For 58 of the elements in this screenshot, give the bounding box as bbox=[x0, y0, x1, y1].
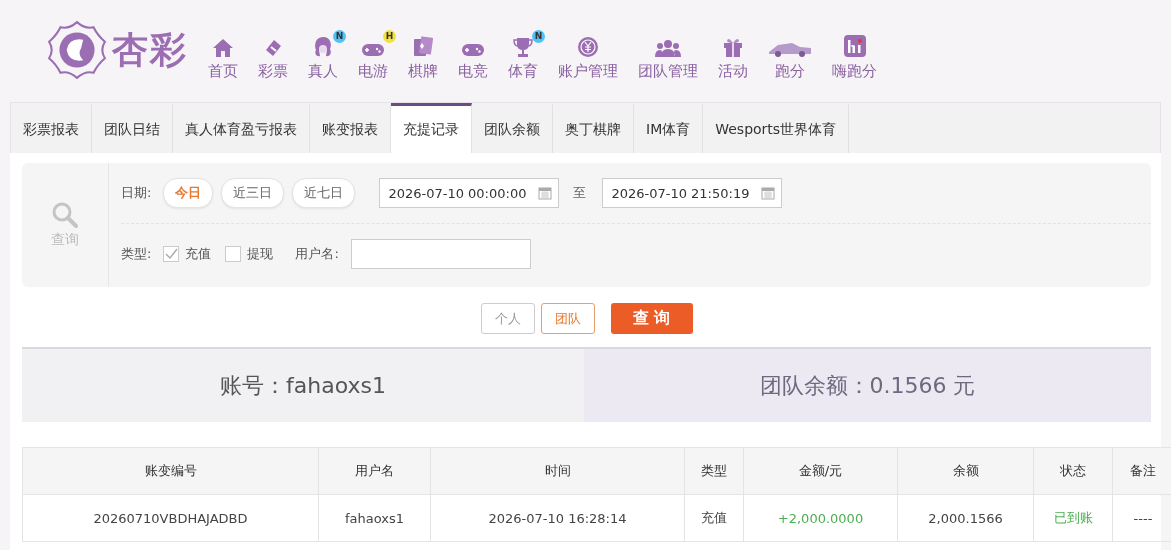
table-cell: 2,000.1566 bbox=[897, 494, 1034, 542]
date-range-separator: 至 bbox=[573, 184, 587, 202]
column-header: 金额/元 bbox=[743, 447, 898, 495]
table-cell: 20260710VBDHAJADBD bbox=[22, 494, 319, 542]
nav-item[interactable]: 彩票 bbox=[248, 31, 298, 81]
username-label: 用户名: bbox=[295, 245, 339, 263]
search-icon bbox=[51, 201, 79, 229]
start-date-field[interactable]: 2026-07-10 00:00:00 bbox=[379, 178, 560, 208]
type-option-label: 充值 bbox=[185, 245, 212, 263]
type-label: 类型: bbox=[121, 245, 152, 263]
nav-item[interactable]: 棋牌 bbox=[398, 31, 448, 81]
nav-item[interactable]: 团队管理 bbox=[628, 31, 708, 81]
nav-item[interactable]: 跑分 bbox=[758, 31, 822, 81]
table-cell: +2,000.0000 bbox=[743, 494, 898, 542]
table-cell: fahaoxs1 bbox=[318, 494, 431, 542]
app-square-icon bbox=[842, 33, 867, 58]
date-label: 日期: bbox=[121, 184, 152, 202]
date-preset-button[interactable]: 近七日 bbox=[292, 178, 356, 208]
nav-item[interactable]: N 体育 bbox=[498, 31, 548, 81]
calendar-icon bbox=[761, 186, 776, 200]
column-header: 时间 bbox=[430, 447, 685, 495]
column-header: 余额 bbox=[897, 447, 1034, 495]
column-header: 备注 bbox=[1112, 447, 1171, 495]
query-button[interactable]: 查 询 bbox=[610, 303, 693, 334]
report-tab[interactable]: 充提记录 bbox=[391, 103, 472, 153]
nav-item[interactable]: H 电游 bbox=[348, 31, 398, 81]
team-balance-text: 团队余额：0.1566 元 bbox=[759, 371, 976, 400]
column-header: 用户名 bbox=[318, 447, 431, 495]
account-text: 账号：fahaoxs1 bbox=[220, 371, 386, 400]
username-input[interactable] bbox=[350, 239, 531, 269]
table-cell: 充值 bbox=[684, 494, 744, 542]
type-checkbox[interactable] bbox=[163, 246, 180, 262]
type-checkbox[interactable] bbox=[225, 246, 242, 262]
people-icon bbox=[655, 37, 681, 58]
date-preset-button[interactable]: 近三日 bbox=[221, 178, 285, 208]
nav-item[interactable]: 活动 bbox=[708, 31, 758, 81]
nav-badge: H bbox=[383, 29, 396, 43]
nav-item[interactable]: 嗨跑分 bbox=[822, 31, 887, 81]
brand-name[interactable]: 杏彩 bbox=[112, 25, 188, 75]
column-header: 账变编号 bbox=[22, 447, 319, 495]
house-icon bbox=[212, 37, 234, 58]
column-header: 状态 bbox=[1033, 447, 1113, 495]
type-option-label: 提现 bbox=[247, 245, 274, 263]
table-cell: 2026-07-10 16:28:14 bbox=[430, 494, 685, 542]
calendar-icon bbox=[538, 186, 553, 200]
nav-item[interactable]: 账户管理 bbox=[548, 31, 628, 81]
logo-icon bbox=[46, 19, 108, 81]
nav-item[interactable]: 首页 bbox=[198, 31, 248, 81]
nav-item[interactable]: 电竞 bbox=[448, 31, 498, 81]
nav-item[interactable]: N 真人 bbox=[298, 31, 348, 81]
nav-badge: N bbox=[333, 29, 346, 43]
nav-badge: N bbox=[532, 29, 545, 43]
coin-icon bbox=[577, 35, 599, 58]
playing-cards-icon bbox=[412, 35, 434, 58]
trophy-icon bbox=[512, 35, 534, 58]
end-date-field[interactable]: 2026-07-10 21:50:19 bbox=[602, 178, 783, 208]
column-header: 类型 bbox=[684, 447, 744, 495]
table-cell: 已到账 bbox=[1033, 494, 1113, 542]
